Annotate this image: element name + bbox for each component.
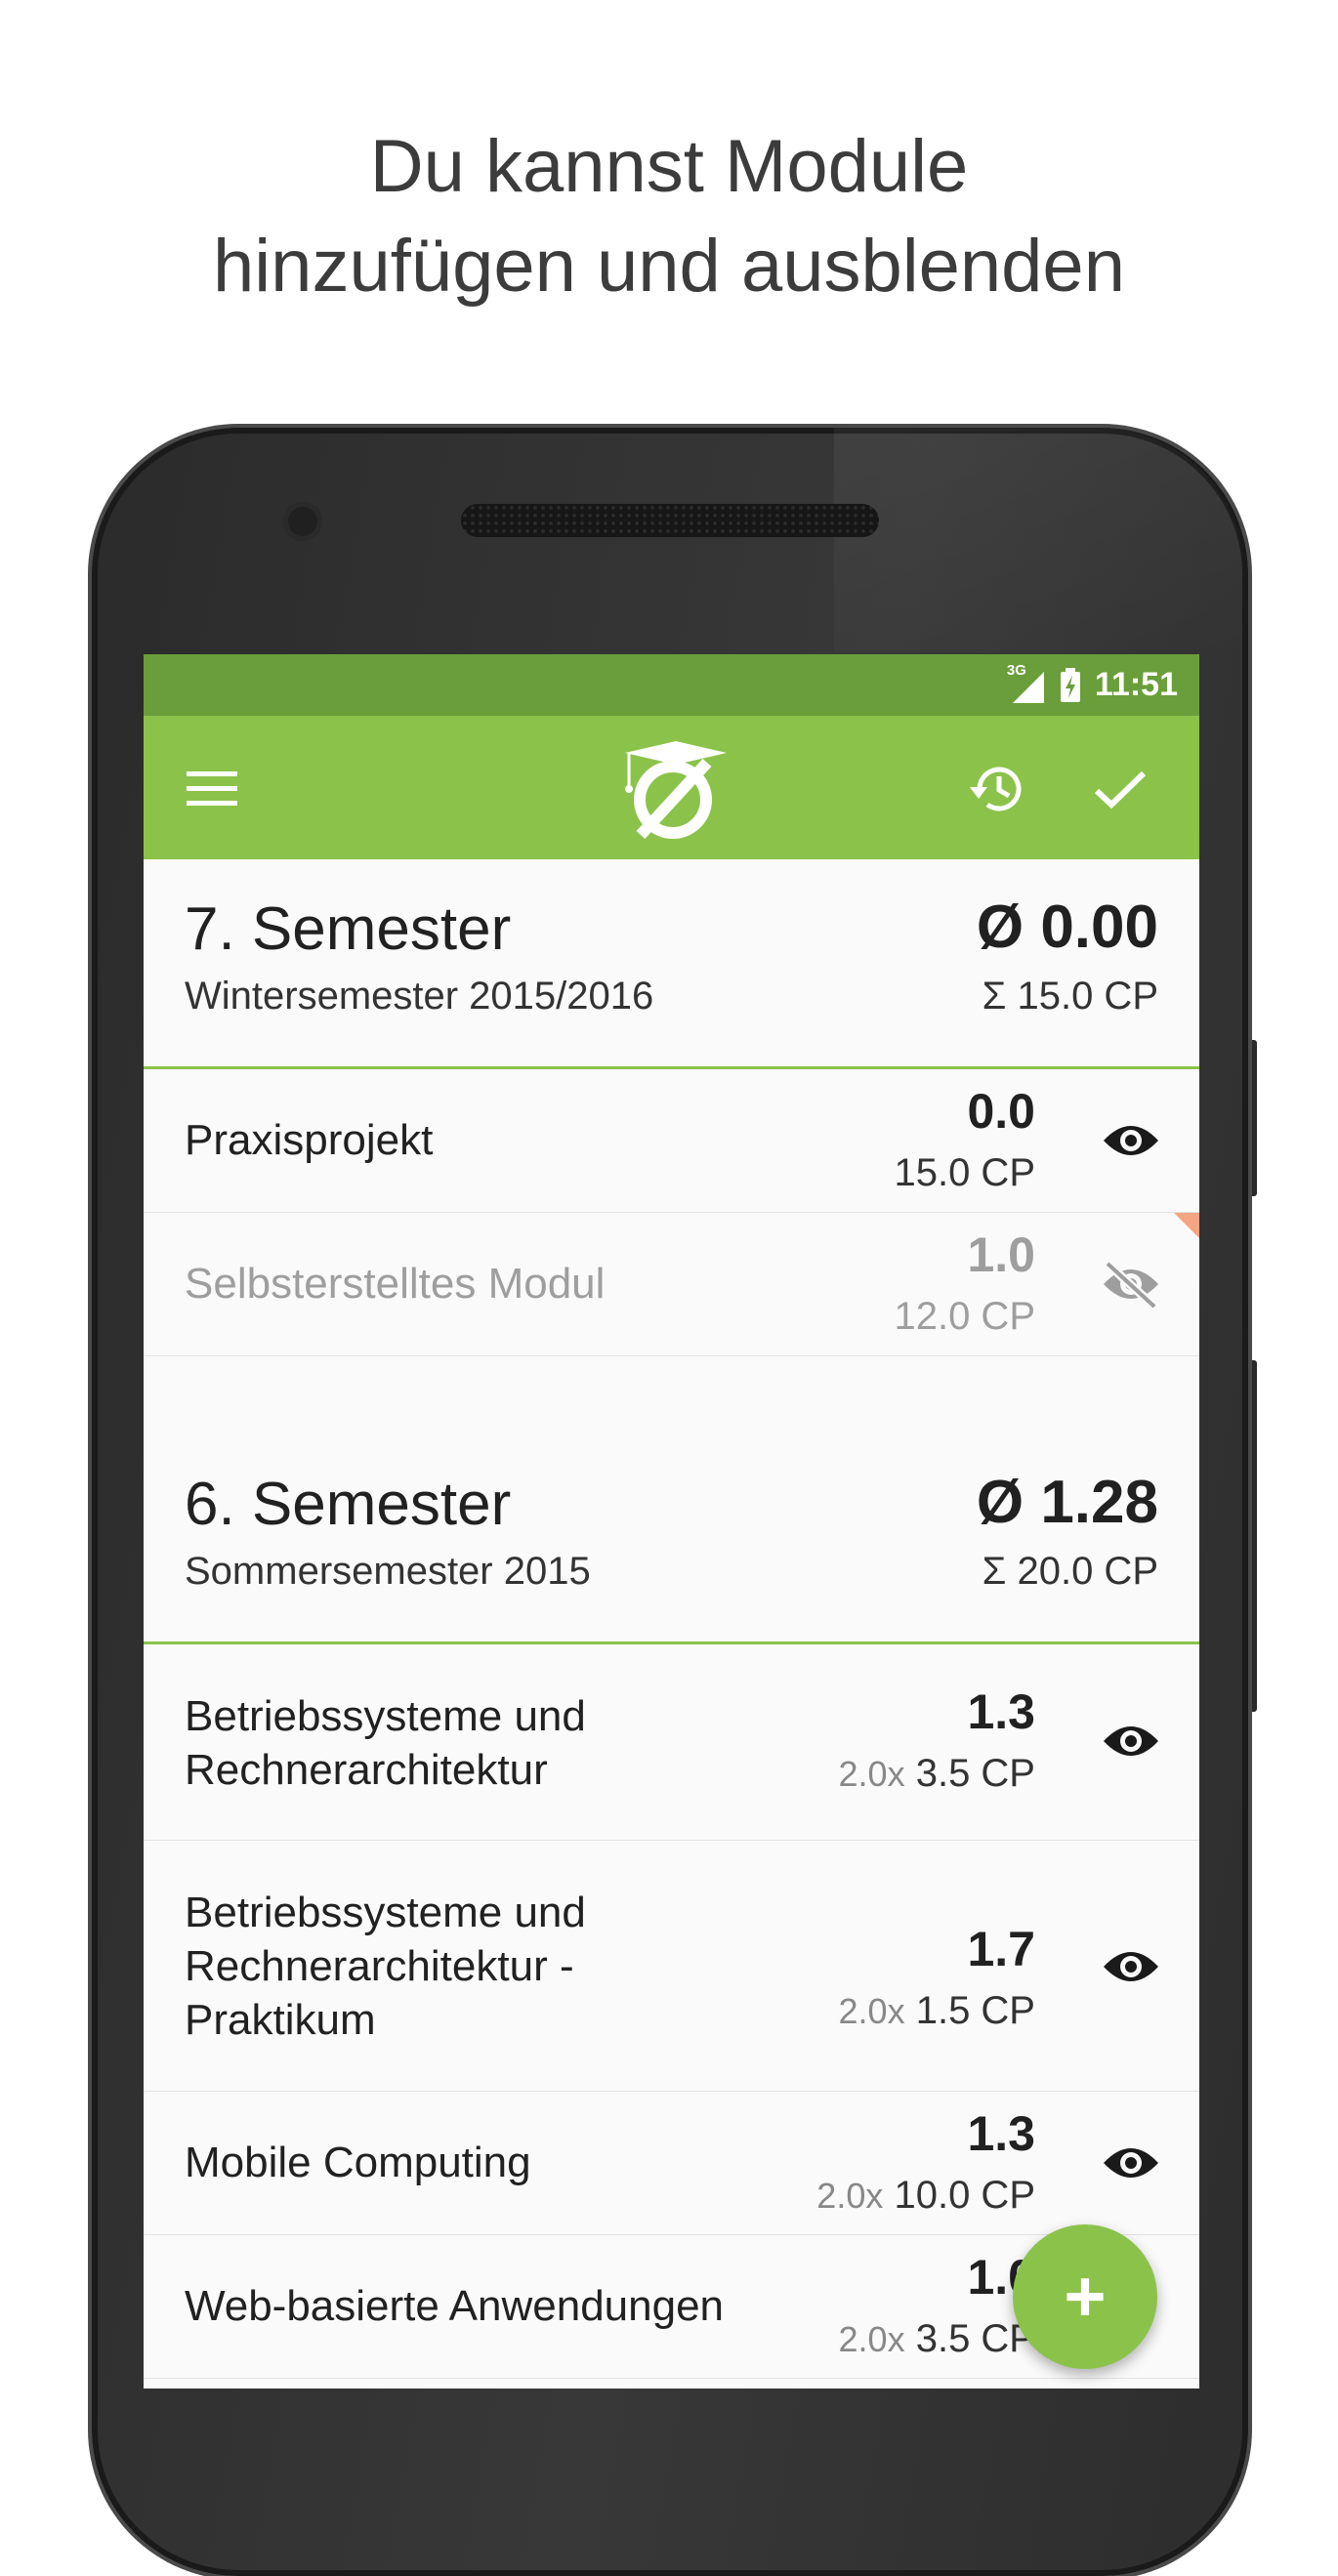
semester-list: 7. Semester Wintersemester 2015/2016 Ø 0… — [144, 859, 1199, 2379]
module-grade: 0.0 — [967, 1084, 1035, 1139]
network-type: 3G — [1006, 661, 1026, 679]
module-name: Web-basierte Anwendungen — [185, 2282, 725, 2330]
semester-header[interactable]: 6. Semester Sommersemester 2015 Ø 1.28 Σ… — [144, 1434, 1199, 1644]
module-row-hidden[interactable]: Selbsterstelltes Modul 1.0 12.0 CP — [144, 1213, 1199, 1356]
module-credits: 2.0x 10.0 CP — [816, 2174, 1035, 2218]
eye-icon[interactable] — [1102, 1717, 1160, 1766]
module-name: Praxisprojekt — [185, 1116, 434, 1164]
semester-title: 7. Semester — [185, 895, 512, 963]
history-icon[interactable] — [964, 755, 1032, 823]
module-name: Betriebssysteme und Rechnerarchitektur -… — [185, 1889, 586, 2044]
module-row[interactable]: Mobile Computing 1.3 2.0x 10.0 CP — [144, 2092, 1199, 2235]
plus-icon: + — [1064, 2256, 1107, 2337]
eye-off-icon[interactable] — [1102, 1260, 1160, 1310]
semester-credits: Σ 15.0 CP — [982, 975, 1158, 1018]
module-cp: 3.5 CP — [915, 1752, 1035, 1795]
promo-headline: Du kannst Module hinzufügen und ausblend… — [0, 117, 1338, 316]
volume-button — [1247, 1360, 1257, 1712]
module-factor: 2.0x — [838, 1991, 905, 2031]
module-row[interactable]: Betriebssysteme und Rechnerarchitektur 1… — [144, 1644, 1199, 1841]
module-factor: 2.0x — [838, 2319, 905, 2359]
semester-title: 6. Semester — [185, 1471, 512, 1538]
earpiece-speaker — [461, 504, 879, 537]
module-grade: 1.0 — [967, 1227, 1035, 1282]
module-credits: 2.0x 1.5 CP — [839, 1989, 1035, 2033]
semester-subtitle: Wintersemester 2015/2016 — [185, 975, 654, 1018]
module-grade: 1.7 — [967, 1922, 1035, 1976]
status-bar: 3G 11:51 — [144, 654, 1199, 716]
module-row[interactable]: Praxisprojekt 0.0 15.0 CP — [144, 1069, 1199, 1213]
status-time: 11:51 — [1094, 666, 1178, 703]
power-button — [1247, 1040, 1257, 1196]
module-credits: 15.0 CP — [894, 1151, 1035, 1194]
battery-icon — [1060, 667, 1081, 703]
module-factor: 2.0x — [838, 1754, 905, 1794]
app-logo-icon — [617, 733, 730, 843]
semester-header[interactable]: 7. Semester Wintersemester 2015/2016 Ø 0… — [144, 859, 1199, 1069]
headline-line-1: Du kannst Module — [369, 125, 969, 208]
module-name: Selbsterstelltes Modul — [185, 1260, 606, 1308]
app-screen: 3G 11:51 7. Semester Wintersemester 2015… — [144, 654, 1199, 2389]
eye-icon[interactable] — [1102, 1942, 1160, 1991]
add-module-button[interactable]: + — [1013, 2224, 1157, 2369]
module-name: Mobile Computing — [185, 2139, 531, 2186]
module-name: Betriebssysteme und Rechnerarchitektur — [185, 1692, 586, 1794]
headline-line-2: hinzufügen und ausblenden — [213, 225, 1125, 308]
semester-subtitle: Sommersemester 2015 — [185, 1550, 591, 1593]
front-camera — [283, 502, 322, 541]
module-grade: 1.3 — [967, 2106, 1035, 2161]
semester-average: Ø 0.00 — [976, 893, 1158, 961]
check-icon[interactable] — [1086, 755, 1154, 823]
module-grade: 1.3 — [967, 1684, 1035, 1739]
eye-icon[interactable] — [1102, 2139, 1160, 2187]
module-factor: 2.0x — [816, 2176, 884, 2216]
module-row[interactable]: Betriebssysteme und Rechnerarchitektur -… — [144, 1841, 1199, 2092]
module-credits: 12.0 CP — [894, 1295, 1035, 1338]
semester-credits: Σ 20.0 CP — [982, 1550, 1158, 1593]
module-credits: 2.0x 3.5 CP — [839, 1752, 1035, 1796]
eye-icon[interactable] — [1102, 1116, 1160, 1165]
module-credits: 2.0x 3.5 CP — [839, 2317, 1035, 2361]
app-bar — [144, 716, 1199, 859]
semester-average: Ø 1.28 — [976, 1469, 1158, 1536]
module-cp: 1.5 CP — [915, 1989, 1035, 2032]
module-cp: 10.0 CP — [894, 2174, 1035, 2217]
menu-icon[interactable] — [183, 760, 241, 818]
new-marker — [1174, 1213, 1199, 1238]
signal-icon: 3G — [1007, 662, 1046, 705]
